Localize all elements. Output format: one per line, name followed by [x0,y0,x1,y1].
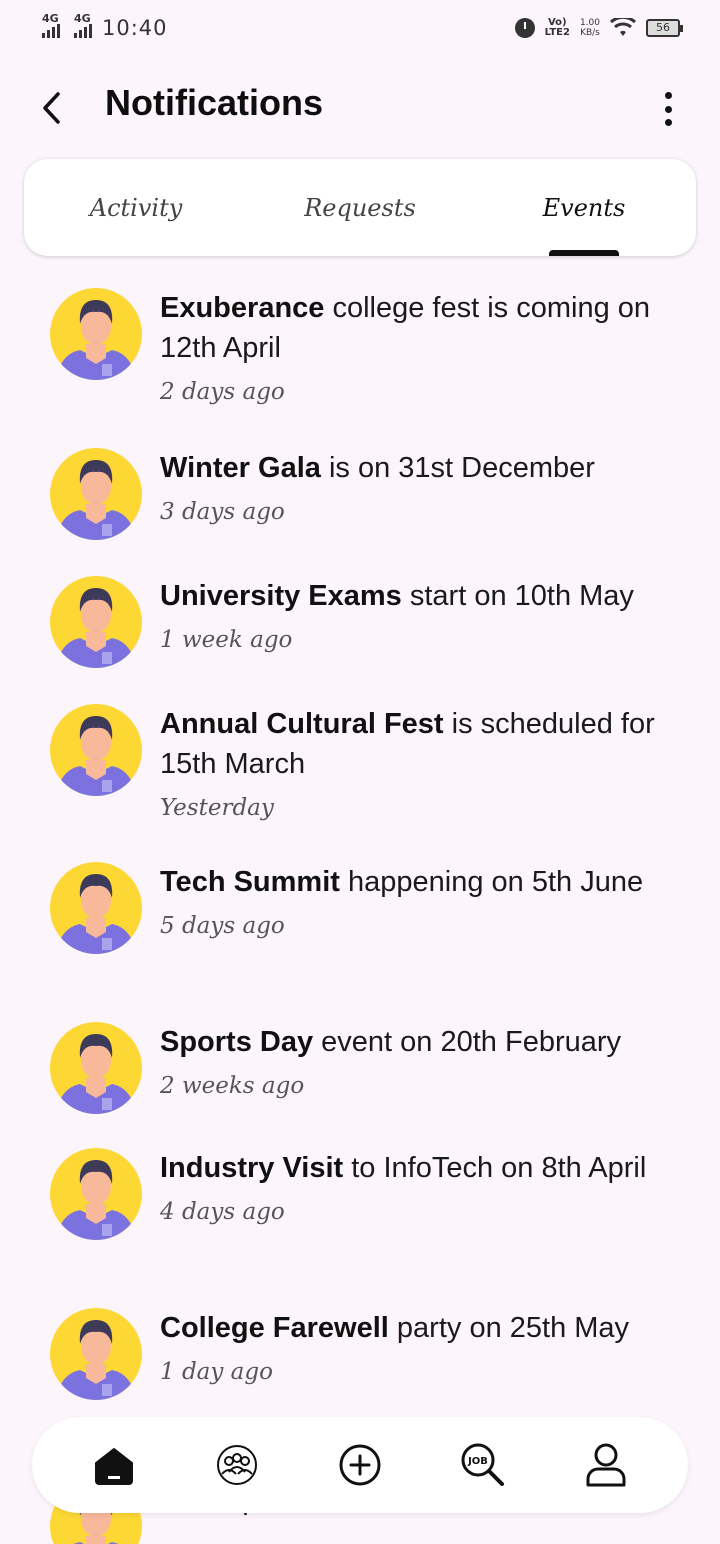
nav-jobs-button[interactable]: JOB [453,1435,513,1495]
notification-message: College Farewell party on 25th May [160,1308,680,1348]
notification-time: 4 days ago [160,1199,285,1225]
event-detail: party on 25th May [388,1312,630,1344]
nav-profile-button[interactable] [576,1435,636,1495]
notification-text: Tech Summit happening on 5th June 5 days … [160,862,680,942]
signal-2-icon: 4G [74,12,92,38]
chevron-left-icon [43,92,60,124]
signal-1-icon: 4G [42,12,60,38]
profile-icon [586,1443,626,1487]
signal-1-label: 4G [42,12,59,25]
add-circle-icon [339,1444,381,1486]
event-name: Winter Gala [160,452,321,484]
notification-message: Exuberance college fest is coming on 12t… [160,288,680,368]
notification-text: Industry Visit to InfoTech on 8th April 4… [160,1148,680,1228]
status-time: 10:40 [102,16,168,40]
notification-message: University Exams start on 10th May [160,576,680,616]
notification-text: Winter Gala is on 31st December 3 days ag… [160,448,680,528]
notification-message: Annual Cultural Fest is scheduled for 15… [160,704,680,784]
battery-icon: 56 [646,19,683,37]
event-name: Sports Day [160,1026,314,1058]
speed-value: 1.00 [579,18,600,28]
event-detail: event on 20th February [313,1026,622,1058]
tab-activity[interactable]: Activity [24,159,248,256]
page-title: Notifications [105,82,324,123]
avatar-icon [50,288,142,380]
nav-home-button[interactable] [84,1435,144,1495]
notification-time: 2 days ago [160,379,285,405]
notification-text: Annual Cultural Fest is scheduled for 15… [160,704,680,824]
event-detail: happening on 5th June [339,866,644,898]
alarm-icon [514,18,535,38]
avatar-icon [50,1148,142,1240]
bottom-navigation: JOB [32,1417,688,1513]
svg-text:JOB: JOB [467,1456,488,1467]
event-detail: start on 10th May [401,580,634,612]
notification-text: University Exams start on 10th May 1 week… [160,576,680,656]
notification-time: 3 days ago [160,499,285,525]
notification-time: 2 weeks ago [160,1073,305,1099]
tab-bar: Activity Requests Events [24,159,696,256]
volte-bottom: LTE2 [544,27,570,38]
job-search-icon: JOB [461,1443,505,1486]
more-vertical-icon [664,92,672,99]
wifi-icon [610,18,636,36]
status-bar-right: Vo) LTE2 1.00 KB/s 56 [514,18,683,38]
event-name: Annual Cultural Fest [160,708,444,740]
avatar-icon [50,448,142,540]
event-name: University Exams [160,580,402,612]
tab-requests[interactable]: Requests [248,159,472,256]
active-tab-indicator [549,250,619,256]
notification-time: 5 days ago [160,913,285,939]
avatar-icon [50,704,142,796]
notification-message: Industry Visit to InfoTech on 8th April [160,1148,680,1188]
more-options-button[interactable] [656,92,680,126]
home-icon [94,1448,133,1485]
notification-message: Sports Day event on 20th February [160,1022,680,1062]
notification-message: Winter Gala is on 31st December [160,448,680,488]
notification-time: 1 week ago [160,627,293,653]
event-name: Tech Summit [160,866,340,898]
back-button[interactable] [36,86,76,130]
event-detail: is on 31st December [320,452,595,484]
community-icon [216,1445,257,1485]
tab-events[interactable]: Events [472,159,696,256]
notification-text: Sports Day event on 20th February 2 weeks… [160,1022,680,1102]
notification-text: Exuberance college fest is coming on 12t… [160,288,680,408]
notification-message: Tech Summit happening on 5th June [160,862,680,902]
tab-events-label: Events [542,193,626,222]
event-name: Exuberance [160,292,325,324]
notification-time: Yesterday [160,795,274,821]
speed-unit: KB/s [580,28,600,38]
event-detail: to InfoTech on 8th April [343,1152,647,1184]
notification-time: 1 day ago [160,1359,273,1385]
status-bar-left: 4G 4G 10:40 [42,12,168,40]
notification-text: College Farewell party on 25th May 1 day … [160,1308,680,1388]
avatar-icon [50,576,142,668]
status-bar: 4G 4G 10:40 Vo) LTE2 1.00 KB/s 56 [0,0,720,56]
nav-add-button[interactable] [330,1435,390,1495]
nav-community-button[interactable] [207,1435,267,1495]
event-name: Industry Visit [160,1152,344,1184]
signal-2-label: 4G [74,12,91,25]
avatar-icon [50,1308,142,1400]
tab-activity-label: Activity [89,193,183,222]
avatar-icon [50,862,142,954]
volte-indicator: Vo) LTE2 [545,18,570,38]
avatar-icon [50,1022,142,1114]
app-header: Notifications [0,72,720,142]
event-name: College Farewell [160,1312,389,1344]
tab-requests-label: Requests [304,193,416,222]
network-speed: 1.00 KB/s [580,18,600,38]
